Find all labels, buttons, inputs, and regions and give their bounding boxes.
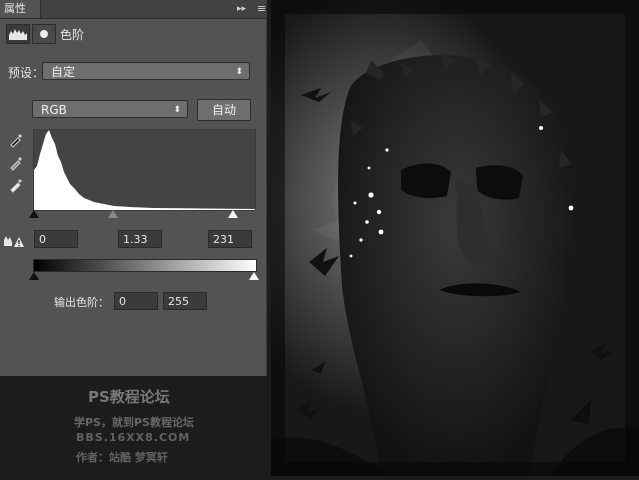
- output-black-field[interactable]: 0: [114, 292, 158, 310]
- panel-title: 色阶: [60, 28, 85, 42]
- channel-select[interactable]: RGB ⬍: [32, 100, 188, 118]
- output-gradient: [33, 259, 257, 272]
- chevron-updown-icon: ⬍: [173, 105, 181, 115]
- auto-button[interactable]: 自动: [197, 99, 251, 121]
- eyedropper-white-icon[interactable]: [8, 177, 24, 193]
- input-black-field[interactable]: 0: [34, 230, 78, 248]
- watermark-slogan: 学PS，就到PS教程论坛: [74, 416, 194, 429]
- input-black-slider[interactable]: [29, 210, 39, 218]
- collapse-icon[interactable]: ▸▸: [237, 0, 249, 18]
- panel-tab-bar: 属性 ▸▸ ≡: [0, 0, 266, 19]
- histogram: [33, 129, 256, 211]
- chevron-updown-icon: ⬍: [235, 67, 243, 77]
- output-white-field[interactable]: 255: [163, 292, 207, 310]
- preset-value: 自定: [51, 65, 76, 79]
- input-gamma-slider[interactable]: [108, 210, 118, 218]
- mask-icon[interactable]: [32, 24, 56, 44]
- tab-properties[interactable]: 属性: [0, 0, 41, 18]
- eyedropper-gray-icon[interactable]: [8, 155, 24, 171]
- input-white-field[interactable]: 231: [208, 230, 252, 248]
- panel-menu-icon[interactable]: ≡: [257, 0, 266, 18]
- levels-icon[interactable]: [6, 24, 30, 44]
- properties-panel: 属性 ▸▸ ≡ 色阶 预设： 自定 ⬍ RGB ⬍ 自动 0 1.33 231 …: [0, 0, 267, 376]
- watermark-title: PS教程论坛: [88, 388, 170, 406]
- input-gamma-field[interactable]: 1.33: [118, 230, 162, 248]
- preset-select[interactable]: 自定 ⬍: [42, 62, 250, 80]
- eyedropper-black-icon[interactable]: [8, 132, 24, 148]
- output-white-slider[interactable]: [249, 272, 259, 280]
- output-black-slider[interactable]: [29, 272, 39, 280]
- channel-value: RGB: [41, 103, 67, 117]
- input-white-slider[interactable]: [228, 210, 238, 218]
- output-levels-label: 输出色阶：: [54, 296, 109, 309]
- clipping-warning-icon[interactable]: [4, 233, 24, 247]
- watermark-author: 作者：站酷 梦冥轩: [76, 451, 168, 464]
- watermark-url: BBS.16XX8.COM: [76, 431, 191, 444]
- preset-label: 预设：: [8, 66, 45, 80]
- document-canvas: [257, 0, 639, 480]
